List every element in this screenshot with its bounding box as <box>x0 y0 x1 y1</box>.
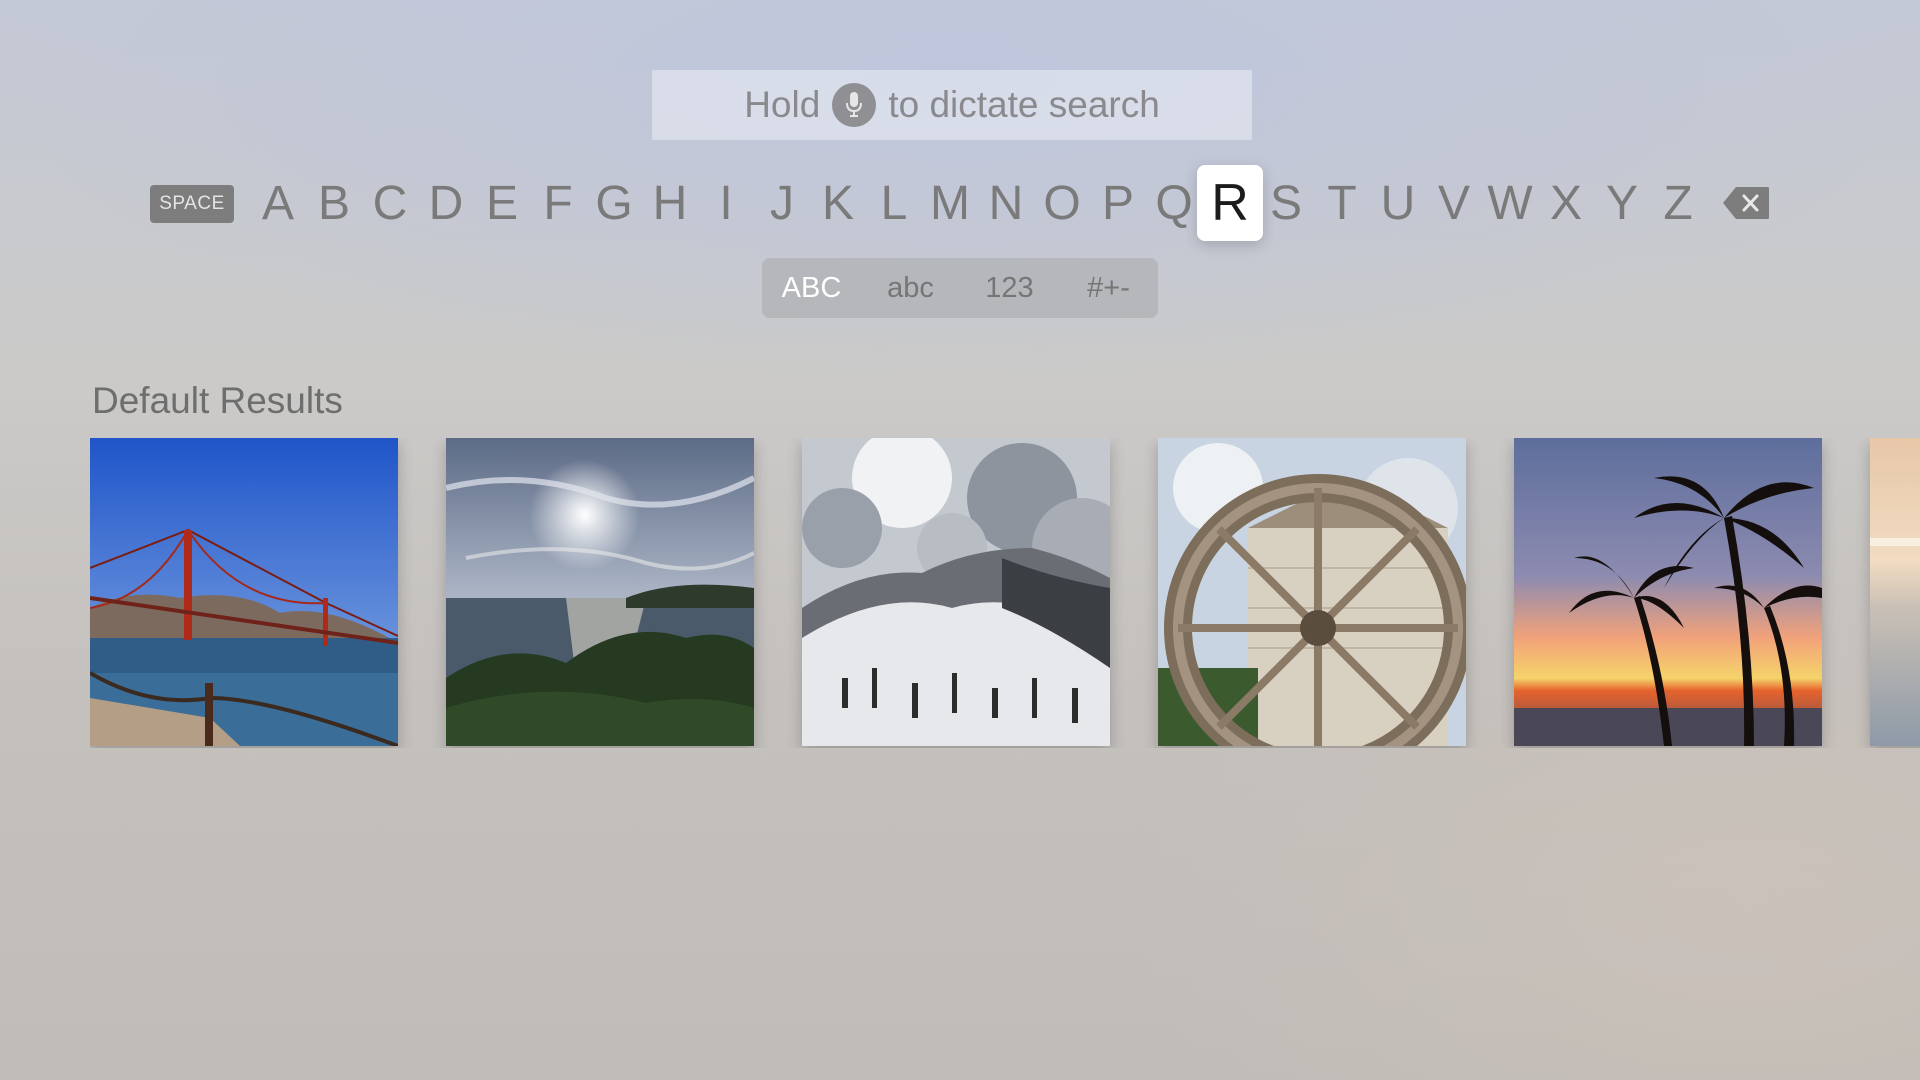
photo-ocean-partial[interactable] <box>1870 438 1920 746</box>
key-v[interactable]: V <box>1426 165 1482 241</box>
search-hint-suffix: to dictate search <box>888 84 1160 125</box>
key-d[interactable]: D <box>418 165 474 241</box>
key-q[interactable]: Q <box>1146 165 1202 241</box>
search-field[interactable]: Hold to dictate search <box>652 70 1252 140</box>
key-t[interactable]: T <box>1314 165 1370 241</box>
key-k[interactable]: K <box>810 165 866 241</box>
photo-water-wheel[interactable] <box>1158 438 1466 746</box>
key-p[interactable]: P <box>1090 165 1146 241</box>
key-e[interactable]: E <box>474 165 530 241</box>
key-w[interactable]: W <box>1482 165 1538 241</box>
mode-lower[interactable]: abc <box>861 272 960 305</box>
photo-palm-trees-sunset[interactable] <box>1514 438 1822 746</box>
key-a[interactable]: A <box>250 165 306 241</box>
key-n[interactable]: N <box>978 165 1034 241</box>
key-m[interactable]: M <box>922 165 978 241</box>
space-key[interactable]: SPACE <box>150 185 234 223</box>
backspace-icon[interactable] <box>1722 186 1770 220</box>
photo-snowy-mountain[interactable] <box>802 438 1110 746</box>
key-x[interactable]: X <box>1538 165 1594 241</box>
key-b[interactable]: B <box>306 165 362 241</box>
key-r[interactable]: R <box>1197 165 1263 241</box>
keyboard-mode-selector: ABC abc 123 #+- <box>762 258 1158 318</box>
key-z[interactable]: Z <box>1650 165 1706 241</box>
results-title: Default Results <box>92 380 343 421</box>
key-u[interactable]: U <box>1370 165 1426 241</box>
key-c[interactable]: C <box>362 165 418 241</box>
letter-keys: ABCDEFGHIJKLMNOPQRSTUVWXYZ <box>250 165 1706 241</box>
mode-symbols[interactable]: #+- <box>1059 272 1158 305</box>
microphone-icon <box>832 83 877 127</box>
results-row <box>90 438 1920 748</box>
key-y[interactable]: Y <box>1594 165 1650 241</box>
key-o[interactable]: O <box>1034 165 1090 241</box>
search-hint-prefix: Hold <box>744 84 821 125</box>
key-g[interactable]: G <box>586 165 642 241</box>
keyboard-row: SPACE ABCDEFGHIJKLMNOPQRSTUVWXYZ <box>0 165 1920 241</box>
key-j[interactable]: J <box>754 165 810 241</box>
photo-golden-gate-bridge[interactable] <box>90 438 398 746</box>
key-i[interactable]: I <box>698 165 754 241</box>
mode-upper[interactable]: ABC <box>762 272 861 305</box>
mode-numbers[interactable]: 123 <box>960 272 1059 305</box>
key-l[interactable]: L <box>866 165 922 241</box>
key-s[interactable]: S <box>1258 165 1314 241</box>
photo-sunset-over-coast[interactable] <box>446 438 754 746</box>
key-f[interactable]: F <box>530 165 586 241</box>
key-h[interactable]: H <box>642 165 698 241</box>
